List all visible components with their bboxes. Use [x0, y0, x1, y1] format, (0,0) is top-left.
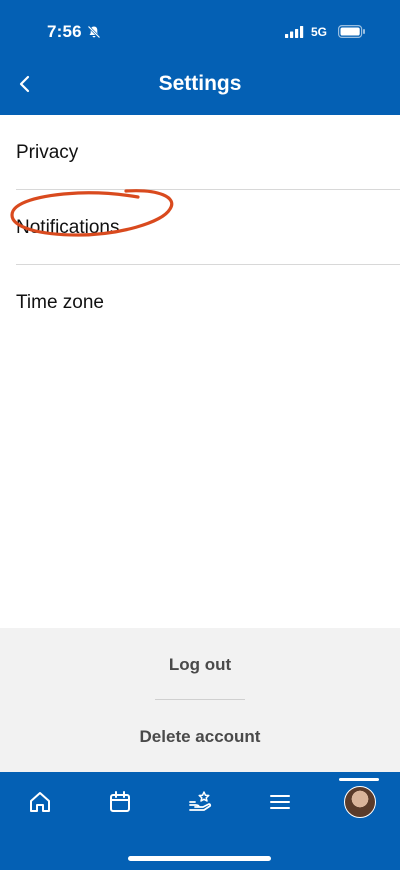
settings-item-label: Time zone	[16, 292, 104, 313]
account-panel: Log out Delete account	[0, 628, 400, 772]
page-title: Settings	[158, 72, 242, 95]
settings-item-privacy[interactable]: Privacy	[16, 115, 400, 190]
calendar-icon[interactable]	[107, 789, 133, 815]
status-time: 7:56	[47, 22, 82, 41]
logout-button[interactable]: Log out	[0, 655, 400, 675]
settings-item-time-zone[interactable]: Time zone	[16, 265, 400, 339]
home-indicator	[128, 856, 271, 861]
tab-bar	[0, 772, 400, 870]
active-tab-indicator	[339, 778, 379, 781]
bell-muted-icon	[87, 25, 101, 44]
delete-account-button[interactable]: Delete account	[0, 727, 400, 747]
menu-icon[interactable]	[267, 789, 293, 815]
status-bar: 7:56 5G	[0, 0, 400, 65]
home-icon[interactable]	[27, 789, 53, 815]
settings-list: Privacy Notifications Time zone	[0, 115, 400, 339]
battery-icon	[338, 25, 366, 43]
hand-star-icon[interactable]	[187, 789, 213, 815]
settings-item-label: Privacy	[16, 142, 79, 163]
settings-item-notifications[interactable]: Notifications	[10, 189, 400, 265]
profile-avatar[interactable]	[344, 786, 376, 818]
signal-icon	[285, 25, 305, 43]
divider	[155, 699, 245, 700]
app-header: 7:56 5G Settings	[0, 0, 400, 115]
settings-item-label: Notifications	[16, 217, 120, 238]
network-label: 5G	[311, 25, 328, 39]
